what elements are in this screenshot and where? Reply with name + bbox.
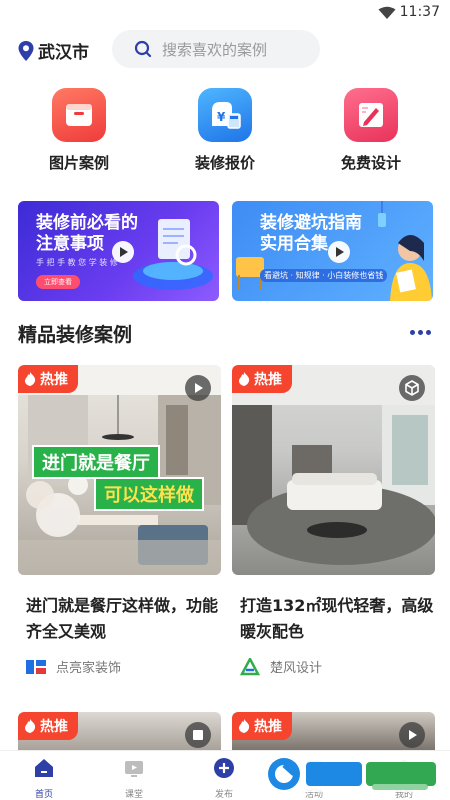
flame-icon [239,372,250,386]
search-icon [134,40,152,58]
pencil-ruler-icon [344,88,398,142]
wifi-icon [378,6,396,19]
quick-entry-label: 图片案例 [48,154,109,172]
quick-entry-quote[interactable]: ¥ 装修报价 [170,88,280,173]
case-image[interactable]: 进门就是餐厅 可以这样做 热推 [18,365,221,575]
search-input[interactable]: 搜索喜欢的案例 [112,30,320,68]
banner-view-button[interactable]: 立即查看 [36,275,80,289]
location-selector[interactable]: 武汉市 [18,38,89,63]
banner-illustration [133,219,213,290]
quick-entries: 图片案例 ¥ 装修报价 免费设计 [0,88,450,178]
plus-icon [214,758,234,778]
hot-badge-label: 热推 [40,372,68,388]
image-caption: 进门就是餐厅 [32,445,160,479]
photo-album-icon [52,88,106,142]
status-bar: 11:37 [0,0,450,26]
home-icon [35,759,53,777]
video-icon[interactable] [185,375,211,401]
play-icon[interactable] [112,241,134,263]
play-icon[interactable] [328,241,350,263]
hot-badge-label: 热推 [254,719,282,735]
section-title: 精品装修案例 [18,324,133,346]
case-author[interactable]: 点亮家装饰 [26,657,221,676]
quick-entry-label: 装修报价 [194,154,255,172]
hot-badge: 热推 [18,365,78,393]
more-icon[interactable] [410,330,431,335]
banner-subtitle: 看避坑 · 知规律 · 小白装修也省钱 [260,269,388,282]
author-name: 点亮家装饰 [56,661,122,676]
quick-entry-free-design[interactable]: 免费设计 [316,88,426,173]
header: 武汉市 搜索喜欢的案例 [0,30,450,70]
search-placeholder: 搜索喜欢的案例 [162,40,268,59]
nav-publish[interactable]: 发布 [189,757,259,800]
banner-title-line1: 装修前必看的 [36,213,138,233]
case-title[interactable]: 打造132㎡现代轻奢，高级暖灰配色 [240,593,435,645]
calculator-money-icon: ¥ [198,88,252,142]
company-logo-icon [26,659,46,674]
hot-badge: 热推 [232,712,292,740]
city-name: 武汉市 [38,43,89,63]
nav-classroom[interactable]: 课堂 [99,757,169,800]
quick-entry-label: 免费设计 [340,154,401,172]
image-caption: 可以这样做 [94,477,204,511]
flame-icon [25,719,36,733]
nav-label: 课堂 [124,790,143,800]
gallery-icon[interactable] [185,722,211,748]
banner-avoid-pitfalls[interactable]: 装修避坑指南 实用合集 看避坑 · 知规律 · 小白装修也省钱 [232,201,433,301]
banner-title-line1: 装修避坑指南 [260,213,362,233]
svg-text:¥: ¥ [217,110,226,124]
hot-badge: 热推 [18,712,78,740]
hot-badge: 热推 [232,365,292,393]
case-card[interactable]: 进门就是餐厅 可以这样做 热推 进门就是餐厅这样做，功能齐全又美观 点亮家装饰 [18,365,221,676]
case-card[interactable]: 热推 [232,712,435,750]
classroom-icon [125,761,143,777]
3d-cube-icon[interactable] [399,375,425,401]
nav-label: 首页 [34,790,53,800]
quick-entry-photo-cases[interactable]: 图片案例 [24,88,134,173]
flame-icon [239,719,250,733]
nav-home[interactable]: 首页 [9,757,79,800]
status-time: 11:37 [399,4,440,20]
hot-badge-label: 热推 [40,719,68,735]
case-image[interactable]: 热推 [232,365,435,575]
banner-must-read[interactable]: 装修前必看的 注意事项 手 把 手 教 您 学 装 修 立即查看 [18,201,219,301]
video-icon[interactable] [399,722,425,748]
case-card[interactable]: 热推 [18,712,221,750]
nav-label: 发布 [214,790,233,800]
flame-icon [25,372,36,386]
author-name: 楚风设计 [270,661,323,676]
case-author[interactable]: 楚风设计 [240,657,435,676]
hot-badge-label: 热推 [254,372,282,388]
case-title[interactable]: 进门就是餐厅这样做，功能齐全又美观 [26,593,221,645]
banner-subtitle: 手 把 手 教 您 学 装 修 [36,258,118,267]
company-logo-icon [240,657,260,675]
case-card[interactable]: 热推 打造132㎡现代轻奢，高级暖灰配色 楚风设计 [232,365,435,676]
site-watermark [262,756,442,792]
location-pin-icon [18,40,34,61]
